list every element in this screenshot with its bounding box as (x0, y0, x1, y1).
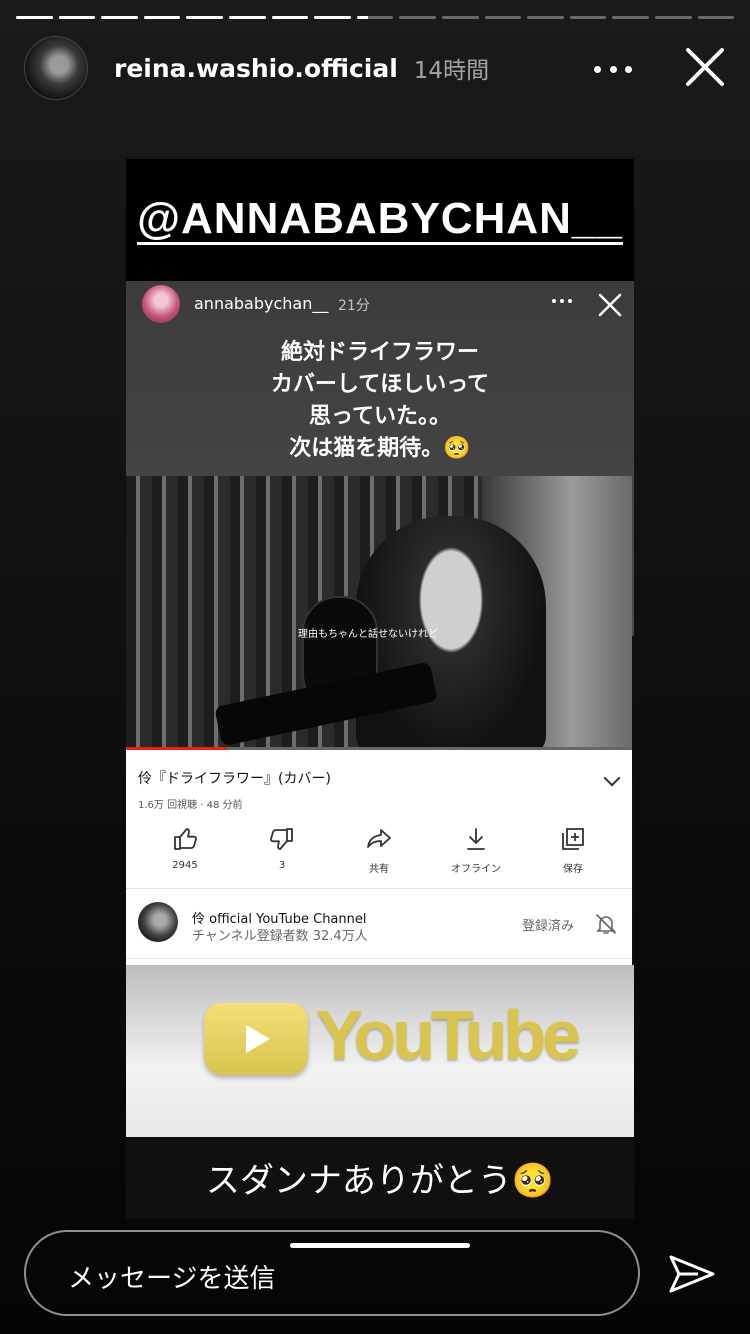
divider (126, 958, 632, 959)
story-progress-fill (58, 16, 96, 19)
channel-subscribers: チャンネル登録者数 32.4万人 (192, 929, 368, 944)
story-progress-segment (314, 16, 351, 19)
youtube-logo: YouTube (126, 965, 634, 1137)
share-button: 共有 (332, 826, 426, 875)
story-progress-fill (228, 16, 266, 19)
close-icon[interactable] (682, 44, 728, 90)
post-time: 14時間 (413, 58, 490, 84)
dislike-button: 3 (235, 826, 329, 875)
caption-line: 絶対ドライフラワー (280, 340, 479, 365)
story-progress-segment (143, 16, 181, 19)
offline-label: オフライン (451, 864, 501, 875)
subscribed-label: 登録済み (521, 919, 574, 934)
caption-line: 次は猫を期待。🥺 (289, 436, 471, 461)
story-progress-segment (441, 16, 479, 19)
inner-avatar (142, 285, 180, 323)
story-progress-fill (101, 16, 138, 19)
story-progress-segment (697, 16, 735, 19)
story-progress-segment (186, 16, 223, 19)
story-progress-segment (356, 16, 394, 19)
play-button-icon (204, 1003, 308, 1075)
story-progress-segment (612, 16, 649, 19)
inner-caption: 絶対ドライフラワー カバーしてほしいって 思っていた。。 次は猫を期待。🥺 (126, 337, 634, 465)
story-progress-bars (16, 16, 735, 19)
username[interactable]: reina.washio.official (114, 54, 398, 83)
inner-time: 21分 (338, 298, 370, 314)
caption-line: カバーしてほしいって (270, 372, 490, 397)
story-progress-fill (143, 16, 181, 19)
like-button: 2945 (138, 826, 232, 875)
story-progress-segment (101, 16, 138, 19)
story-progress-segment (271, 16, 309, 19)
mention-text: @ANNABABYCHAN__ (137, 193, 623, 245)
save-button: 保存 (526, 826, 620, 875)
story-progress-fill (16, 16, 53, 19)
story-progress-segment (58, 16, 96, 19)
dislike-count: 3 (278, 860, 286, 871)
video-actions: 2945 3 共有 オフライン 保存 (138, 826, 620, 875)
save-label: 保存 (563, 864, 583, 875)
offline-button: オフライン (429, 826, 523, 875)
channel-avatar (138, 902, 178, 942)
video-meta: 1.6万 回視聴 · 48 分前 (138, 800, 243, 811)
chevron-down-icon (603, 769, 621, 787)
home-indicator (290, 1243, 470, 1248)
story-progress-segment (527, 16, 564, 19)
story-progress-fill (271, 16, 309, 19)
story-progress-segment (16, 16, 53, 19)
story-progress-fill (356, 16, 368, 19)
story-progress-fill (314, 16, 351, 19)
video-title: 伶『ドライフラワー』(カバー) (138, 771, 331, 787)
story-caption: スダンナありがとう🥺 (205, 1161, 555, 1201)
story-progress-segment (399, 16, 436, 19)
youtube-wordmark: YouTube (316, 996, 581, 1074)
more-options-icon[interactable] (594, 54, 632, 84)
save-playlist-icon (562, 828, 584, 850)
divider (126, 888, 632, 889)
youtube-info-panel: 伶『ドライフラワー』(カバー) 1.6万 回視聴 · 48 分前 2945 3 … (126, 750, 632, 965)
send-icon[interactable] (668, 1252, 716, 1296)
inner-username: annababychan__ (194, 294, 329, 313)
mention-sticker[interactable]: @ANNABABYCHAN__ (126, 159, 634, 281)
share-icon (367, 829, 391, 848)
video-subtitle: 理由もちゃんと話せないけれど (298, 629, 438, 640)
story-progress-fill (186, 16, 223, 19)
video-frame: 理由もちゃんと話せないけれど (126, 476, 632, 750)
story-progress-segment (484, 16, 522, 19)
like-count: 2945 (172, 860, 198, 871)
thumbs-down-icon (270, 828, 293, 850)
story-header: reina.washio.official 14時間 (24, 36, 732, 100)
story-progress-segment (569, 16, 607, 19)
story-progress-segment (228, 16, 266, 19)
inner-more-icon (552, 299, 572, 303)
download-icon (467, 828, 485, 850)
share-label: 共有 (369, 864, 389, 875)
story-content[interactable]: @ANNABABYCHAN__ annababychan__ 21分 絶対ドライ… (126, 159, 634, 1219)
story-progress-segment (654, 16, 692, 19)
message-placeholder: メッセージを送信 (68, 1264, 276, 1294)
caption-line: 思っていた。。 (309, 404, 451, 429)
inner-close-icon (598, 293, 622, 317)
thumbs-up-icon (174, 828, 197, 850)
bell-off-icon (596, 914, 616, 934)
avatar[interactable] (24, 36, 88, 100)
